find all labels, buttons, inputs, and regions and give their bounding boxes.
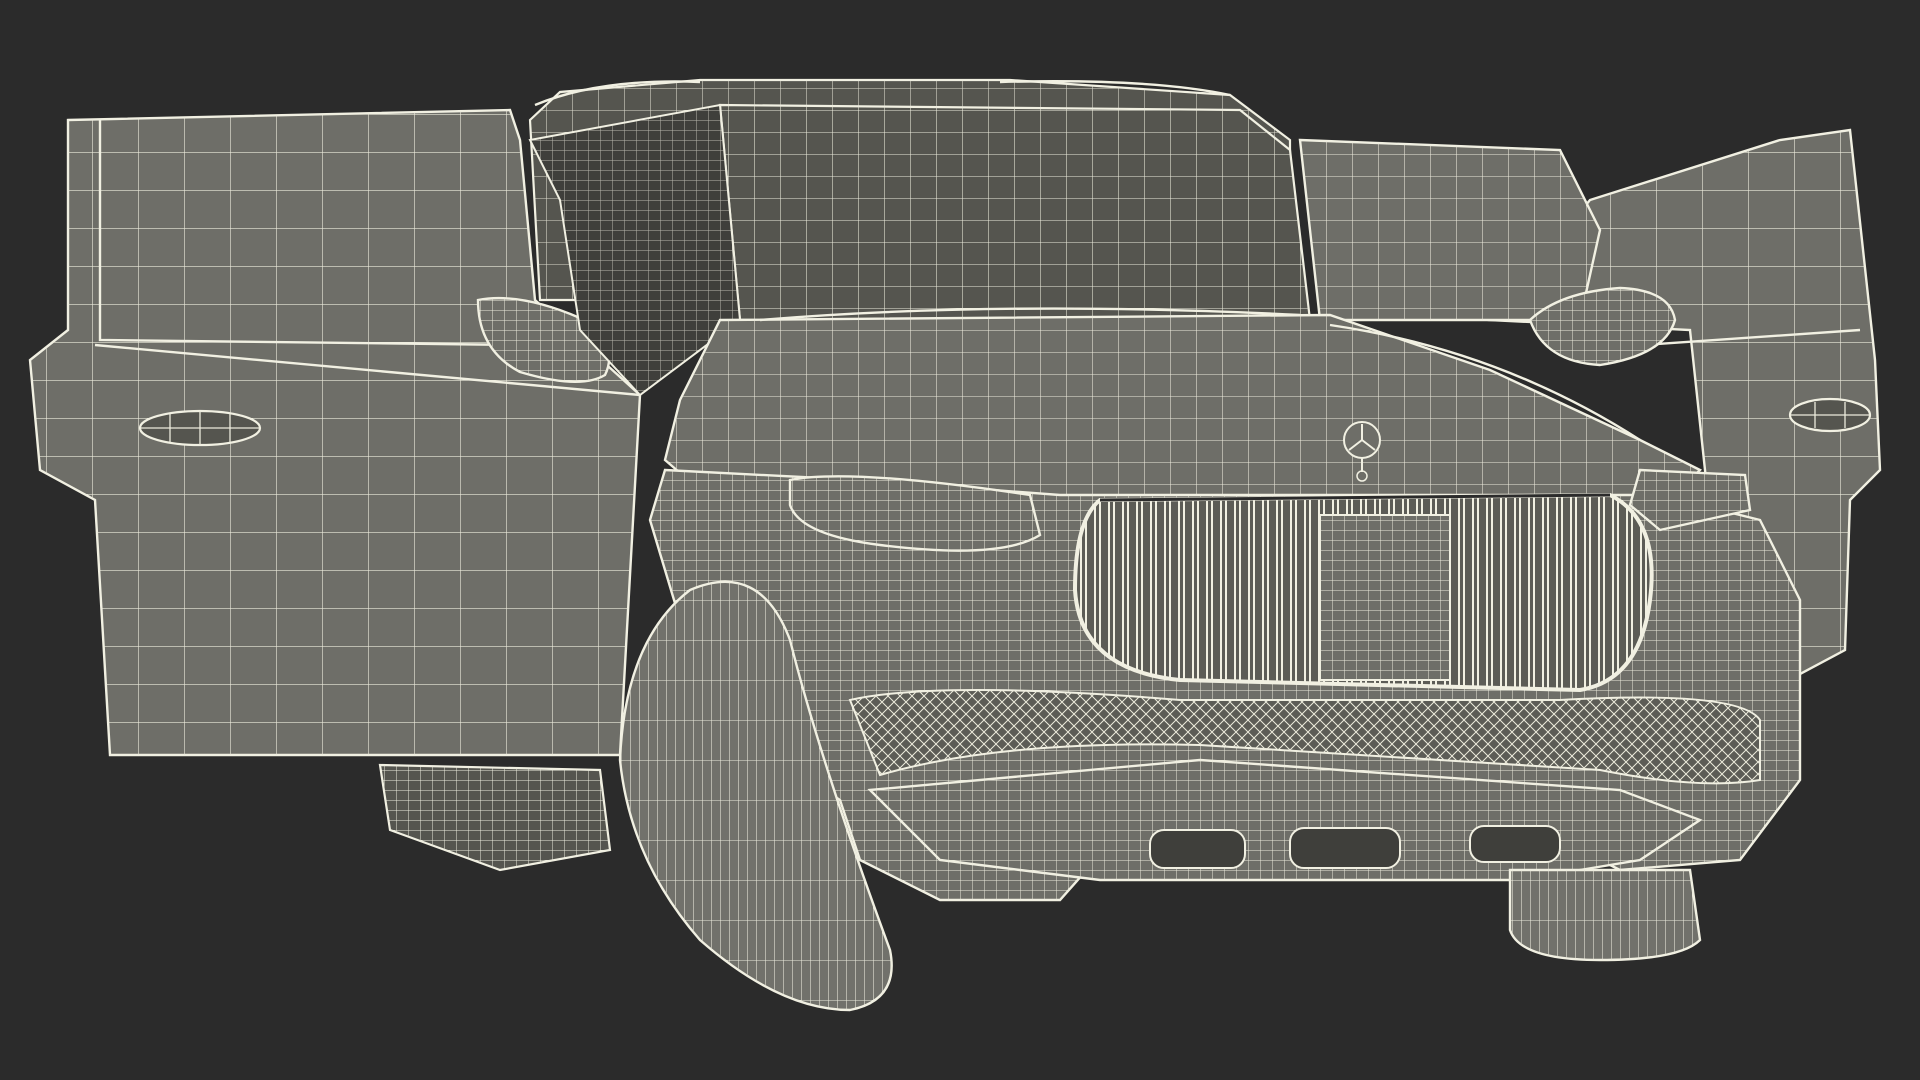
side-step [378,763,612,872]
wireframe-render [28,78,1882,1012]
front-grille [1072,492,1654,693]
render-viewport [0,0,1920,1080]
front-right-tire [1508,868,1702,962]
right-rear-door [1298,138,1602,322]
windshield [718,103,1312,322]
